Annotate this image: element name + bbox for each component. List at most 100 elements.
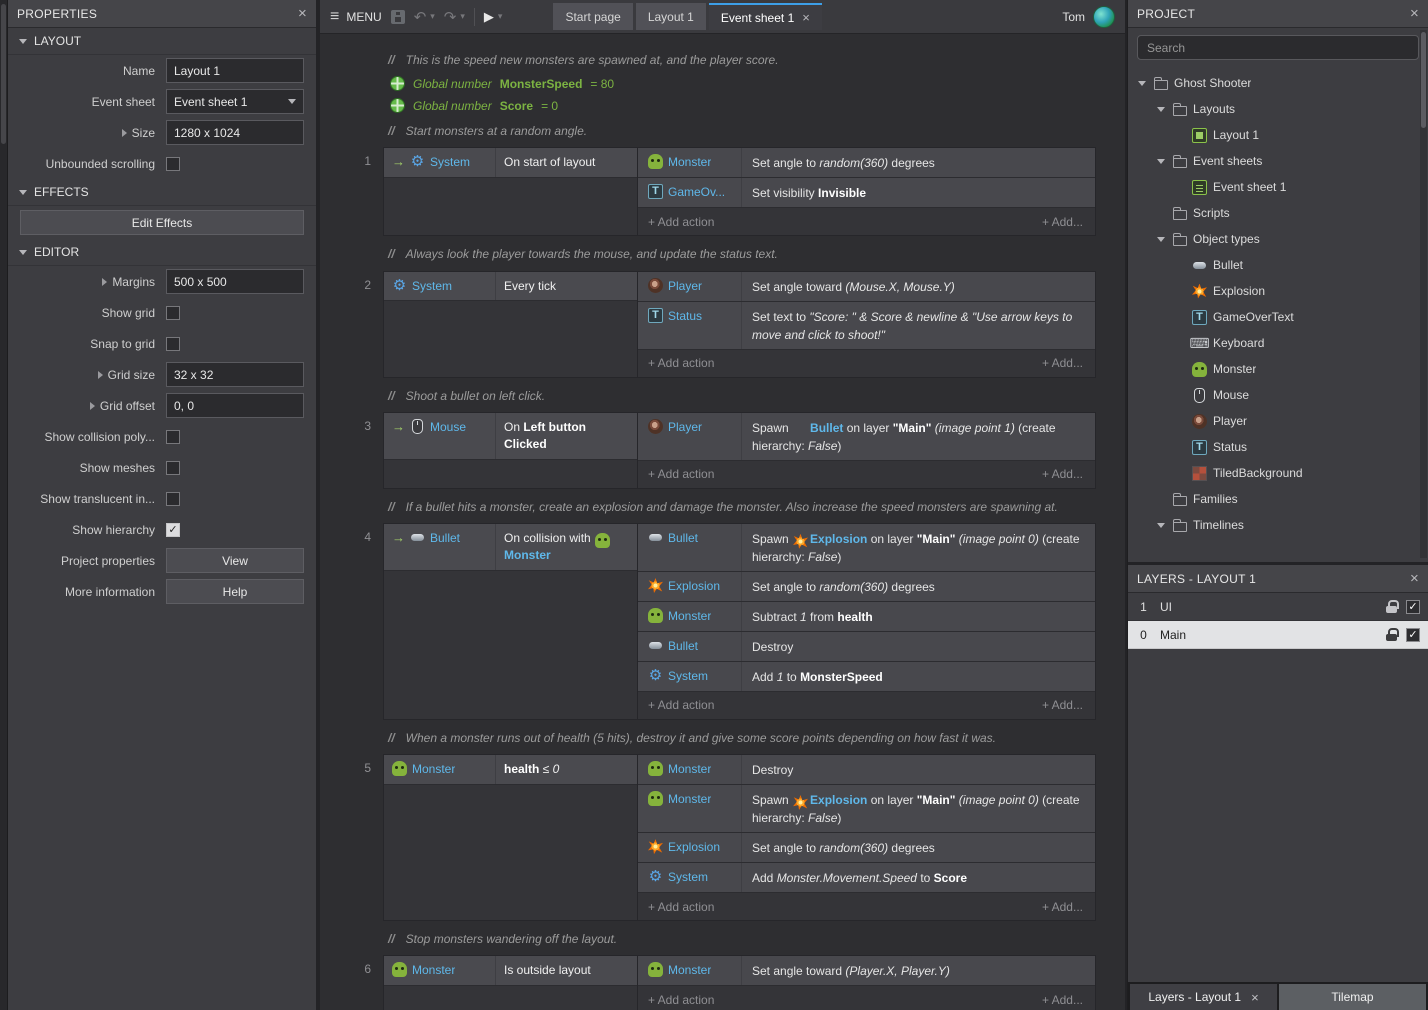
add-link[interactable]: + Add... — [1042, 900, 1083, 914]
layer-row-ui[interactable]: 1UI✓ — [1128, 593, 1428, 621]
object-name[interactable]: Bullet — [668, 530, 698, 545]
add-link[interactable]: + Add... — [1042, 698, 1083, 712]
condition-cell[interactable]: →MouseOn Left button Clicked — [384, 413, 637, 460]
scrollbar-thumb[interactable] — [1421, 32, 1426, 128]
text-part[interactable]: Bullet — [810, 421, 843, 435]
text-part[interactable]: Explosion — [810, 793, 867, 807]
close-icon[interactable]: × — [298, 6, 307, 21]
action-row[interactable]: PlayerSpawn Bullet on layer "Main" (imag… — [638, 413, 1095, 461]
edit-effects-button[interactable]: Edit Effects — [20, 210, 304, 235]
project-scrollbar[interactable] — [1420, 30, 1427, 558]
visibility-checkbox[interactable]: ✓ — [1406, 600, 1420, 614]
event-number[interactable]: 4 — [320, 523, 383, 720]
event-comment[interactable]: //Always look the player towards the mou… — [388, 246, 1101, 262]
tree-item-monster[interactable]: Monster — [1128, 356, 1428, 382]
object-name[interactable]: Monster — [668, 761, 711, 776]
undo-icon[interactable]: ↶ — [414, 8, 427, 26]
action-row[interactable]: ExplosionSet angle to random(360) degree… — [638, 833, 1095, 863]
action-row[interactable]: BulletSpawn Explosion on layer "Main" (i… — [638, 524, 1095, 572]
tree-item-tiledbackground[interactable]: TiledBackground — [1128, 460, 1428, 486]
close-icon[interactable]: × — [1410, 571, 1419, 586]
checkbox-show-translucent-in[interactable] — [166, 492, 180, 506]
object-name[interactable]: Status — [668, 308, 702, 323]
tree-item-bullet[interactable]: Bullet — [1128, 252, 1428, 278]
condition-cell[interactable]: SystemEvery tick — [384, 272, 637, 301]
menu-button[interactable]: ≡ MENU — [330, 8, 382, 26]
add-link[interactable]: + Add... — [1042, 467, 1083, 481]
object-name[interactable]: Bullet — [430, 530, 460, 545]
action-row[interactable]: MonsterDestroy — [638, 755, 1095, 785]
layer-row-main[interactable]: 0Main✓ — [1128, 621, 1428, 649]
action-row[interactable]: BulletDestroy — [638, 632, 1095, 662]
expander-icon[interactable] — [1155, 523, 1167, 528]
object-name[interactable]: System — [412, 278, 452, 293]
object-name[interactable]: System — [430, 154, 470, 169]
input-name[interactable] — [166, 58, 304, 83]
event-number[interactable]: 5 — [320, 754, 383, 921]
user-avatar[interactable] — [1093, 6, 1115, 28]
tree-item-status[interactable]: Status — [1128, 434, 1428, 460]
object-name[interactable]: Explosion — [668, 839, 720, 854]
scrollbar-thumb[interactable] — [1, 4, 6, 144]
section-header-layout[interactable]: LAYOUT — [8, 28, 316, 55]
tree-item-layout-1[interactable]: Layout 1 — [1128, 122, 1428, 148]
add-link[interactable]: + Add... — [1042, 215, 1083, 229]
action-row[interactable]: SystemAdd 1 to MonsterSpeed — [638, 662, 1095, 692]
event-comment[interactable]: //This is the speed new monsters are spa… — [388, 52, 1101, 68]
tab-start-page[interactable]: Start page — [553, 3, 632, 30]
checkbox-snap-to-grid[interactable] — [166, 337, 180, 351]
lock-icon[interactable] — [1386, 600, 1397, 614]
view-button[interactable]: View — [166, 548, 304, 573]
global-variable[interactable]: Global number MonsterSpeed = 80 — [390, 76, 1101, 91]
play-button[interactable]: ▶ — [484, 9, 494, 25]
left-scrollbar[interactable] — [0, 0, 8, 1010]
tree-item-gameovertext[interactable]: GameOverText — [1128, 304, 1428, 330]
panel-tab-tilemap[interactable]: Tilemap — [1279, 984, 1426, 1010]
action-row[interactable]: SystemAdd Monster.Movement.Speed to Scor… — [638, 863, 1095, 893]
section-header-editor[interactable]: EDITOR — [8, 239, 316, 266]
event-number[interactable]: 3 — [320, 412, 383, 489]
redo-caret-icon[interactable]: ▾ — [460, 11, 465, 22]
close-icon[interactable]: × — [802, 10, 810, 25]
expander-icon[interactable] — [1155, 107, 1167, 112]
help-button[interactable]: Help — [166, 579, 304, 604]
select-event-sheet[interactable]: Event sheet 1 — [166, 89, 304, 114]
object-name[interactable]: Monster — [668, 791, 711, 806]
object-name[interactable]: Monster — [668, 154, 711, 169]
search-input[interactable] — [1137, 35, 1419, 60]
tree-item-mouse[interactable]: Mouse — [1128, 382, 1428, 408]
add-action-link[interactable]: + Add action — [648, 993, 714, 1007]
object-name[interactable]: Mouse — [430, 419, 466, 434]
tree-item-families[interactable]: Families — [1128, 486, 1428, 512]
object-name[interactable]: Player — [668, 419, 702, 434]
undo-caret-icon[interactable]: ▾ — [430, 11, 435, 22]
event-comment[interactable]: //If a bullet hits a monster, create an … — [388, 499, 1101, 515]
condition-cell[interactable]: Monsterhealth ≤ 0 — [384, 755, 637, 784]
redo-icon[interactable]: ↷ — [444, 8, 457, 26]
condition-cell[interactable]: →BulletOn collision with Monster — [384, 524, 637, 571]
text-part[interactable]: Explosion — [810, 532, 867, 546]
close-icon[interactable]: × — [1251, 990, 1259, 1005]
add-action-link[interactable]: + Add action — [648, 215, 714, 229]
action-row[interactable]: StatusSet text to "Score: " & Score & ne… — [638, 302, 1095, 350]
tree-item-keyboard[interactable]: Keyboard — [1128, 330, 1428, 356]
object-name[interactable]: Monster — [412, 962, 455, 977]
event-number[interactable]: 1 — [320, 147, 383, 236]
checkbox-show-grid[interactable] — [166, 306, 180, 320]
object-name[interactable]: System — [668, 668, 708, 683]
add-action-link[interactable]: + Add action — [648, 698, 714, 712]
event-number[interactable]: 6 — [320, 955, 383, 1010]
add-action-link[interactable]: + Add action — [648, 356, 714, 370]
add-action-link[interactable]: + Add action — [648, 467, 714, 481]
object-name[interactable]: Monster — [412, 761, 455, 776]
input-size[interactable] — [166, 120, 304, 145]
action-row[interactable]: GameOv...Set visibility Invisible — [638, 178, 1095, 208]
action-row[interactable]: ExplosionSet angle to random(360) degree… — [638, 572, 1095, 602]
tree-item-ghost-shooter[interactable]: Ghost Shooter — [1128, 70, 1428, 96]
checkbox-unbounded-scrolling[interactable] — [166, 157, 180, 171]
object-name[interactable]: Explosion — [668, 578, 720, 593]
input-grid-offset[interactable] — [166, 393, 304, 418]
action-row[interactable]: MonsterSet angle to random(360) degrees — [638, 148, 1095, 178]
tree-item-event-sheet-1[interactable]: Event sheet 1 — [1128, 174, 1428, 200]
tree-item-scripts[interactable]: Scripts — [1128, 200, 1428, 226]
